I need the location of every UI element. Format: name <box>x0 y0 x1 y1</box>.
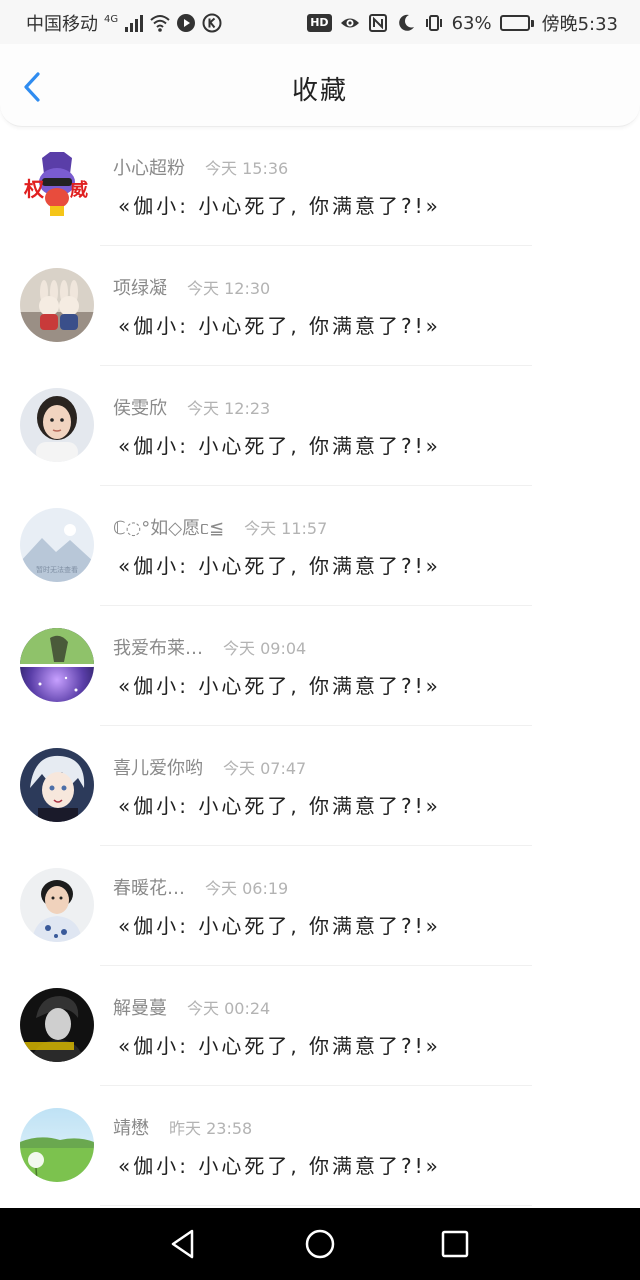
wifi-icon <box>150 13 170 33</box>
page-title: 收藏 <box>291 76 348 106</box>
sender-name: 喜儿爱你哟 <box>113 758 203 779</box>
item-time: 今天 00:24 <box>187 999 271 1018</box>
sender-name: 小心超粉 <box>113 158 185 179</box>
item-time: 今天 15:36 <box>205 159 289 178</box>
status-time: 傍晚5:33 <box>541 14 618 35</box>
vibrate-icon <box>424 13 444 33</box>
item-header: 靖懋 昨天 23:58 <box>113 1114 252 1140</box>
item-time: 今天 12:30 <box>187 279 271 298</box>
navigation-bar <box>0 1208 640 1280</box>
signal-icon <box>124 13 144 33</box>
item-time: 今天 06:19 <box>205 879 289 898</box>
message-text: «伽小: 小心死了, 你满意了?!» <box>118 794 441 818</box>
message-text: «伽小: 小心死了, 你满意了?!» <box>118 554 441 578</box>
message-text: «伽小: 小心死了, 你满意了?!» <box>118 674 441 698</box>
favorite-item[interactable]: 项绿凝 今天 12:30 «伽小: 小心死了, 你满意了?!» <box>0 246 640 366</box>
favorite-item[interactable]: 暂时无法查看 ℂ◌°如◇愿ᥴ≦ 今天 11:57 «伽小: 小心死了, 你满意了?!» <box>0 486 640 606</box>
item-header: 项绿凝 今天 12:30 <box>113 274 270 300</box>
status-right: HD 63% 傍晚5:33 <box>307 10 618 36</box>
sender-name: 项绿凝 <box>113 278 167 299</box>
moon-icon <box>396 13 416 33</box>
avatar[interactable] <box>20 628 94 702</box>
nav-back-button[interactable] <box>166 1226 202 1262</box>
favorite-item[interactable]: 解曼蔓 今天 00:24 «伽小: 小心死了, 你满意了?!» <box>0 966 640 1086</box>
svg-text:暂时无法查看: 暂时无法查看 <box>36 565 78 574</box>
avatar[interactable]: 暂时无法查看 <box>20 508 94 582</box>
item-time: 今天 11:57 <box>244 519 328 538</box>
message-text: «伽小: 小心死了, 你满意了?!» <box>118 1154 441 1178</box>
favorite-item[interactable]: 喜儿爱你哟 今天 07:47 «伽小: 小心死了, 你满意了?!» <box>0 726 640 846</box>
favorite-item[interactable]: 靖懋 昨天 23:58 «伽小: 小心死了, 你满意了?!» <box>0 1086 640 1206</box>
svg-text:威: 威 <box>70 179 88 201</box>
sender-name: 侯雯欣 <box>113 398 167 419</box>
sender-name: 我爱布莱… <box>113 638 203 659</box>
message-text: «伽小: 小心死了, 你满意了?!» <box>118 1034 441 1058</box>
header: 收藏 <box>0 44 640 127</box>
avatar[interactable] <box>20 1108 94 1182</box>
battery-percent: 63% <box>451 12 492 34</box>
sender-name: ℂ◌°如◇愿ᥴ≦ <box>113 518 225 539</box>
message-text: «伽小: 小心死了, 你满意了?!» <box>118 914 441 938</box>
item-header: 侯雯欣 今天 12:23 <box>113 394 270 420</box>
nav-recents-button[interactable] <box>437 1226 473 1262</box>
favorite-item[interactable]: 我爱布莱… 今天 09:04 «伽小: 小心死了, 你满意了?!» <box>0 606 640 726</box>
item-time: 昨天 23:58 <box>169 1119 253 1138</box>
square-recents-icon <box>441 1230 469 1258</box>
item-time: 今天 09:04 <box>223 639 307 658</box>
avatar[interactable] <box>20 268 94 342</box>
sender-name: 春暖花… <box>113 878 185 899</box>
message-text: «伽小: 小心死了, 你满意了?!» <box>118 314 441 338</box>
item-header: 小心超粉 今天 15:36 <box>113 154 288 180</box>
play-icon <box>176 13 196 33</box>
item-header: 解曼蔓 今天 00:24 <box>113 994 270 1020</box>
divider <box>100 1205 532 1206</box>
circle-home-icon <box>305 1229 335 1259</box>
nav-home-button[interactable] <box>302 1226 338 1262</box>
svg-text:权: 权 <box>23 177 45 201</box>
item-time: 今天 07:47 <box>223 759 307 778</box>
network-label: 4G <box>104 13 119 25</box>
avatar[interactable] <box>20 868 94 942</box>
battery-icon <box>499 15 534 31</box>
item-header: 春暖花… 今天 06:19 <box>113 874 288 900</box>
avatar[interactable] <box>20 388 94 462</box>
message-text: «伽小: 小心死了, 你满意了?!» <box>118 194 441 218</box>
eye-icon <box>340 13 360 33</box>
carrier-label: 中国移动 <box>26 14 98 35</box>
avatar[interactable]: 权威 <box>20 148 94 222</box>
item-time: 今天 12:23 <box>187 399 271 418</box>
sender-name: 解曼蔓 <box>113 998 167 1019</box>
status-bar: 中国移动 4G HD 63% 傍晚5:33 <box>0 0 640 44</box>
hd-badge: HD <box>307 14 332 32</box>
triangle-back-icon <box>171 1229 194 1259</box>
avatar[interactable] <box>20 988 94 1062</box>
favorite-item[interactable]: 侯雯欣 今天 12:23 «伽小: 小心死了, 你满意了?!» <box>0 366 640 486</box>
nfc-icon <box>368 13 388 33</box>
favorites-list[interactable]: 权威小心超粉 今天 15:36 «伽小: 小心死了, 你满意了?!» 项绿凝 今天 12… <box>0 126 640 1208</box>
favorite-item[interactable]: 春暖花… 今天 06:19 «伽小: 小心死了, 你满意了?!» <box>0 846 640 966</box>
sender-name: 靖懋 <box>113 1118 149 1139</box>
favorite-item[interactable]: 权威小心超粉 今天 15:36 «伽小: 小心死了, 你满意了?!» <box>0 126 640 246</box>
status-left: 中国移动 4G <box>26 10 222 36</box>
item-header: 我爱布莱… 今天 09:04 <box>113 634 306 660</box>
avatar[interactable] <box>20 748 94 822</box>
message-text: «伽小: 小心死了, 你满意了?!» <box>118 434 441 458</box>
item-header: ℂ◌°如◇愿ᥴ≦ 今天 11:57 <box>113 514 327 540</box>
item-header: 喜儿爱你哟 今天 07:47 <box>113 754 306 780</box>
k-app-icon <box>202 13 222 33</box>
